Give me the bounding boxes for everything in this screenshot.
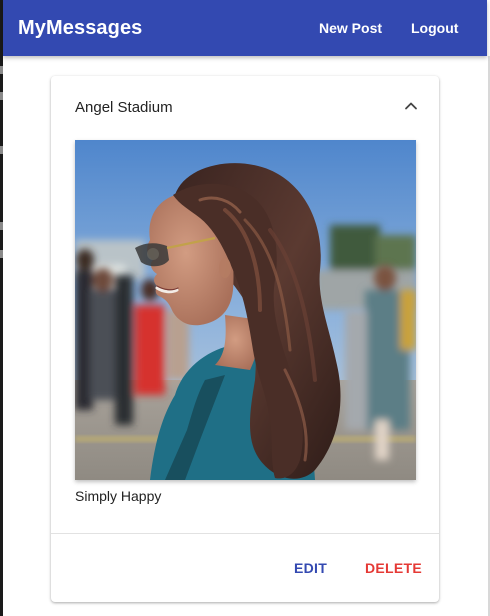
post-title: Angel Stadium bbox=[75, 99, 173, 116]
edge-mark bbox=[0, 222, 3, 230]
delete-button[interactable]: DELETE bbox=[365, 560, 422, 576]
card-divider bbox=[51, 533, 439, 534]
logout-button[interactable]: Logout bbox=[411, 18, 458, 38]
app-bar: MyMessages New Post Logout bbox=[3, 0, 487, 56]
post-card-header[interactable]: Angel Stadium bbox=[51, 76, 439, 138]
chevron-up-icon bbox=[405, 102, 417, 110]
window-left-edge bbox=[0, 0, 3, 616]
edge-mark bbox=[0, 66, 3, 74]
post-image bbox=[75, 140, 416, 480]
post-card: Angel Stadium Simply Happy EDIT DELETE bbox=[51, 76, 439, 602]
collapse-button[interactable] bbox=[401, 96, 421, 116]
new-post-button[interactable]: New Post bbox=[319, 18, 382, 38]
portrait-photo bbox=[75, 140, 416, 480]
post-caption: Simply Happy bbox=[75, 488, 162, 504]
app-window: MyMessages New Post Logout Angel Stadium bbox=[0, 0, 490, 616]
edge-mark bbox=[0, 250, 3, 258]
edge-mark bbox=[0, 146, 3, 154]
edge-mark bbox=[0, 92, 3, 100]
edit-button[interactable]: EDIT bbox=[294, 560, 327, 576]
app-title[interactable]: MyMessages bbox=[18, 16, 142, 40]
